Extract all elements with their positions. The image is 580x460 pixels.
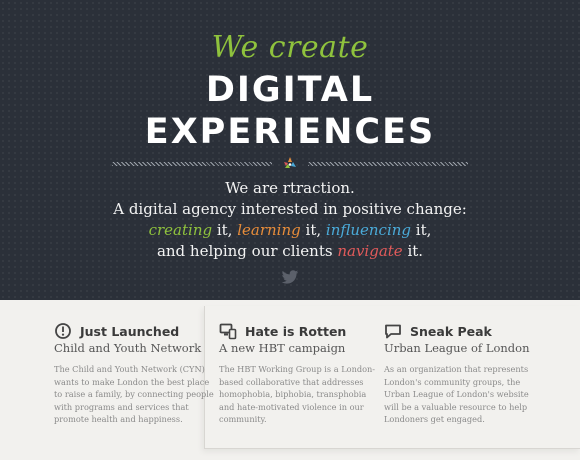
divider-line-left — [112, 162, 272, 166]
column-title[interactable]: Hate is Rotten — [245, 324, 346, 339]
hero-banner: We create DIGITAL EXPERIENCES We are rtr… — [0, 0, 580, 300]
column-hate-is-rotten[interactable]: Hate is Rotten A new HBT campaign The HB… — [219, 322, 379, 426]
intro-line-3: creating it, learning it, influencing it… — [0, 220, 580, 241]
intro-text: it. — [402, 242, 424, 260]
feature-columns: Just Launched Child and Youth Network Th… — [0, 300, 580, 460]
highlight-creating: creating — [148, 221, 213, 239]
column-subtitle[interactable]: Urban League of London — [384, 341, 544, 355]
column-just-launched[interactable]: Just Launched Child and Youth Network Th… — [54, 322, 214, 426]
hero-headline-line2: EXPERIENCES — [144, 112, 436, 152]
column-header: Sneak Peak — [384, 322, 544, 340]
hero-divider — [112, 156, 468, 172]
column-subtitle[interactable]: Child and Youth Network — [54, 341, 214, 355]
column-header: Hate is Rotten — [219, 322, 379, 340]
column-sneak-peak[interactable]: Sneak Peak Urban League of London As an … — [384, 322, 544, 426]
column-body: The Child and Youth Network (CYN) wants … — [54, 364, 214, 425]
intro-text: it, — [212, 221, 238, 239]
divider-line-right — [308, 162, 468, 166]
highlight-learning: learning — [237, 221, 301, 239]
hero-intro: We are rtraction. A digital agency inter… — [0, 178, 580, 262]
intro-text: it, — [411, 221, 432, 239]
intro-text: and helping our clients — [156, 242, 338, 260]
twitter-bird-icon[interactable] — [281, 270, 299, 285]
column-title[interactable]: Sneak Peak — [410, 324, 492, 339]
clock-alert-icon — [55, 323, 71, 339]
hero-headline-line1: DIGITAL — [205, 70, 375, 110]
intro-text: it, — [300, 221, 326, 239]
column-subtitle[interactable]: A new HBT campaign — [219, 341, 379, 355]
column-header: Just Launched — [54, 322, 214, 340]
devices-icon — [219, 323, 237, 340]
column-title[interactable]: Just Launched — [80, 324, 179, 339]
column-body: As an organization that represents Londo… — [384, 364, 529, 425]
highlight-navigate: navigate — [337, 242, 403, 260]
hero-tagline: We create — [211, 30, 369, 65]
speech-bubble-icon — [385, 324, 401, 339]
intro-line-4: and helping our clients navigate it. — [0, 241, 580, 262]
intro-line-1: We are rtraction. — [225, 179, 355, 197]
column-body: The HBT Working Group is a London-based … — [219, 364, 376, 425]
rtraction-logo-icon[interactable] — [282, 156, 298, 172]
intro-line-2: A digital agency interested in positive … — [113, 200, 467, 218]
highlight-influencing: influencing — [325, 221, 412, 239]
